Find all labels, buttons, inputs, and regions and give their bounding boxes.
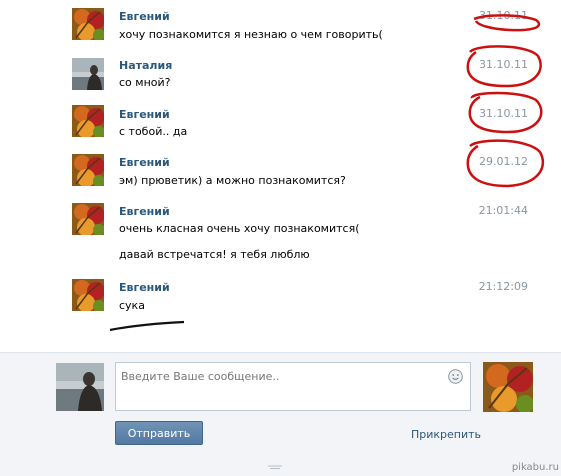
message-history: Евгений хочу познакомится я незнаю о чем… — [0, 0, 561, 352]
message-text: давай встречатся! я тебя люблю — [119, 248, 310, 261]
message-input-box — [115, 362, 471, 411]
message-time: 31.10.11 — [479, 107, 528, 120]
send-button[interactable]: Отправить — [115, 421, 203, 445]
message-time: 21:01:44 — [478, 204, 528, 217]
message-input[interactable] — [116, 363, 446, 410]
message-text: сука — [119, 299, 145, 312]
message-time: 21:12:09 — [478, 280, 528, 293]
avatar[interactable] — [72, 105, 104, 137]
message-author[interactable]: Евгений — [119, 281, 170, 294]
message-time: 31.10.11 — [479, 58, 528, 71]
message-author[interactable]: Евгений — [119, 205, 170, 218]
message-composer: Отправить Прикрепить — [0, 352, 561, 476]
message-text: со мной? — [119, 76, 171, 89]
peer-avatar[interactable] — [483, 362, 533, 412]
avatar[interactable] — [72, 8, 104, 40]
avatar[interactable] — [72, 58, 104, 90]
message-author[interactable]: Наталия — [119, 59, 172, 72]
avatar[interactable] — [72, 154, 104, 186]
watermark: pikabu.ru — [511, 462, 559, 473]
avatar[interactable] — [72, 203, 104, 235]
resize-grip-icon[interactable] — [266, 460, 284, 469]
avatar[interactable] — [72, 279, 104, 311]
message-text: очень класная очень хочу познакомится( — [119, 222, 360, 235]
message-author[interactable]: Евгений — [119, 10, 170, 23]
smile-icon[interactable] — [448, 369, 463, 384]
message-text: с тобой.. да — [119, 125, 188, 138]
my-avatar[interactable] — [56, 363, 104, 411]
message-author[interactable]: Евгений — [119, 156, 170, 169]
message-text: хочу познакомится я незнаю о чем говорит… — [119, 28, 383, 41]
message-author[interactable]: Евгений — [119, 108, 170, 121]
message-text: эм) прюветик) а можно познакомится? — [119, 174, 346, 187]
message-time: 29.01.12 — [479, 155, 528, 168]
message-time: 31.10.11 — [479, 9, 528, 22]
attach-link[interactable]: Прикрепить — [411, 428, 481, 441]
